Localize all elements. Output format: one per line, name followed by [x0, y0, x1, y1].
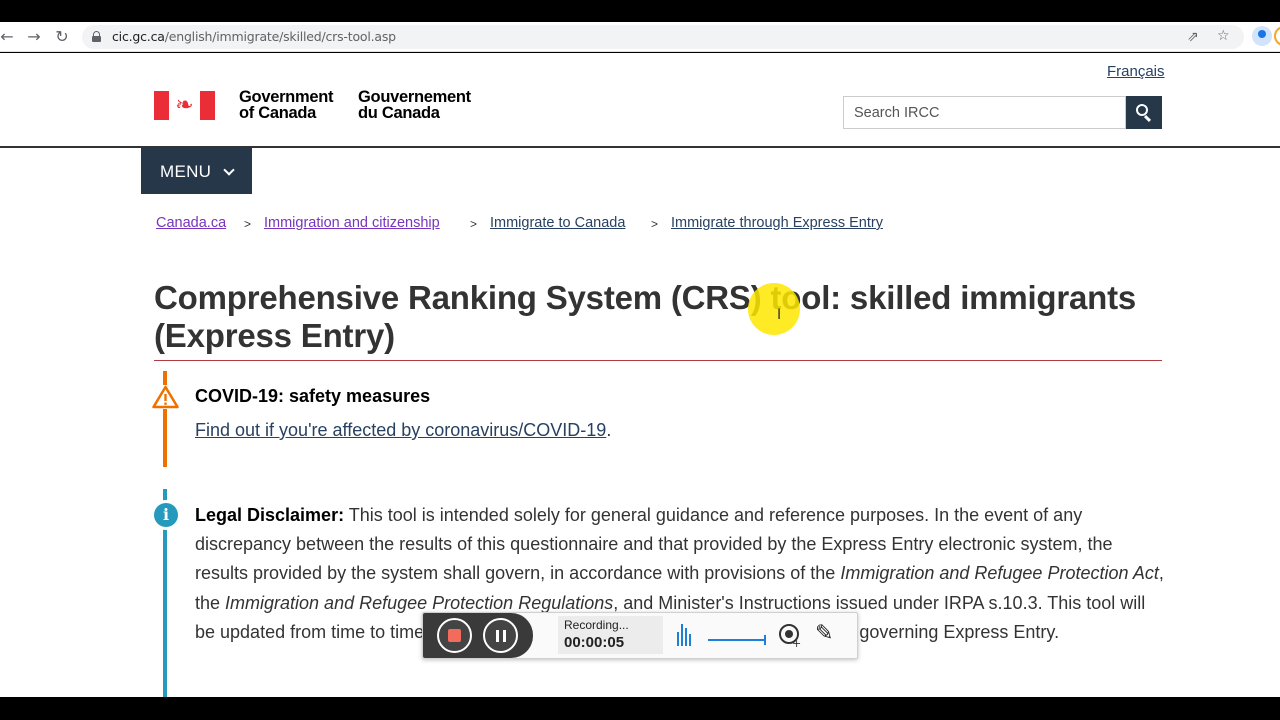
recording-timer: 00:00:05 — [564, 634, 625, 651]
back-icon[interactable]: ← — [0, 27, 17, 47]
letterbox-top — [0, 0, 1280, 22]
reload-icon[interactable]: ↻ — [52, 27, 72, 47]
recording-status: Recording... 00:00:05 — [558, 616, 663, 654]
letterbox-bottom — [0, 697, 1280, 720]
warning-triangle-icon — [152, 385, 179, 409]
search-button[interactable] — [1126, 96, 1162, 129]
address-bar[interactable]: cic.gc.ca/english/immigrate/skilled/crs-… — [82, 25, 1244, 49]
page-title: Comprehensive Ranking System (CRS) tool:… — [154, 279, 1137, 354]
government-of-canada-signature[interactable]: Government of Canada — [239, 89, 333, 122]
covid-alert-body: Find out if you're affected by coronavir… — [195, 420, 612, 440]
breadcrumb-separator: > — [244, 217, 252, 231]
web-page: Français ❧ Government of Canada Gouverne… — [0, 53, 1280, 697]
gouvernement-du-canada-signature[interactable]: Gouvernement du Canada — [358, 89, 471, 122]
breadcrumb-separator: > — [470, 217, 478, 231]
text-cursor-icon: I — [777, 307, 782, 323]
screen-recorder-toolbar: Recording... 00:00:05 + ✎ — [422, 612, 858, 659]
covid-alert-title: COVID-19: safety measures — [195, 386, 431, 406]
cursor-highlight — [748, 283, 800, 335]
stop-record-button[interactable] — [437, 618, 472, 653]
bookmark-star-icon[interactable]: ☆ — [1217, 26, 1230, 46]
flag-band-right — [200, 91, 215, 120]
disclaimer-label: Legal Disclaimer: — [195, 505, 345, 525]
audio-level-icon[interactable] — [677, 624, 693, 646]
recorder-controls — [423, 613, 533, 658]
breadcrumb-express-entry[interactable]: Immigrate through Express Entry — [671, 215, 883, 231]
recording-label: Recording... — [564, 618, 629, 632]
language-toggle-link[interactable]: Français — [1107, 63, 1165, 80]
breadcrumb-immigrate-to-canada[interactable]: Immigrate to Canada — [490, 215, 625, 231]
share-icon[interactable]: ⇗ — [1187, 27, 1199, 47]
title-underline — [154, 360, 1162, 361]
forward-icon[interactable]: → — [24, 27, 44, 47]
url-text[interactable]: cic.gc.ca/english/immigrate/skilled/crs-… — [112, 29, 396, 44]
volume-slider[interactable] — [708, 635, 766, 645]
pause-record-button[interactable] — [483, 618, 518, 653]
flag-band-left — [154, 91, 169, 120]
menu-label: MENU — [160, 162, 212, 181]
search-input[interactable] — [844, 97, 1125, 128]
browser-toolbar: ← → ↻ cic.gc.ca/english/immigrate/skille… — [0, 22, 1280, 52]
canada-flag-logo[interactable]: ❧ — [154, 91, 215, 120]
search-field[interactable] — [843, 96, 1126, 129]
breadcrumb-immigration-citizenship[interactable]: Immigration and citizenship — [264, 215, 440, 231]
breadcrumb-canada-ca[interactable]: Canada.ca — [156, 215, 226, 231]
breadcrumb-separator: > — [651, 217, 659, 231]
menu-button[interactable]: MENU — [141, 148, 252, 194]
profile-avatar-icon[interactable] — [1252, 26, 1272, 46]
chevron-down-icon — [223, 164, 235, 176]
webcam-add-icon: + — [792, 637, 802, 650]
info-icon: i — [154, 503, 178, 527]
extension-icon[interactable] — [1274, 26, 1280, 46]
maple-leaf-icon: ❧ — [169, 91, 200, 120]
lock-icon[interactable] — [92, 31, 101, 42]
pen-icon[interactable]: ✎ — [815, 621, 833, 646]
covid-info-link[interactable]: Find out if you're affected by coronavir… — [195, 420, 606, 440]
